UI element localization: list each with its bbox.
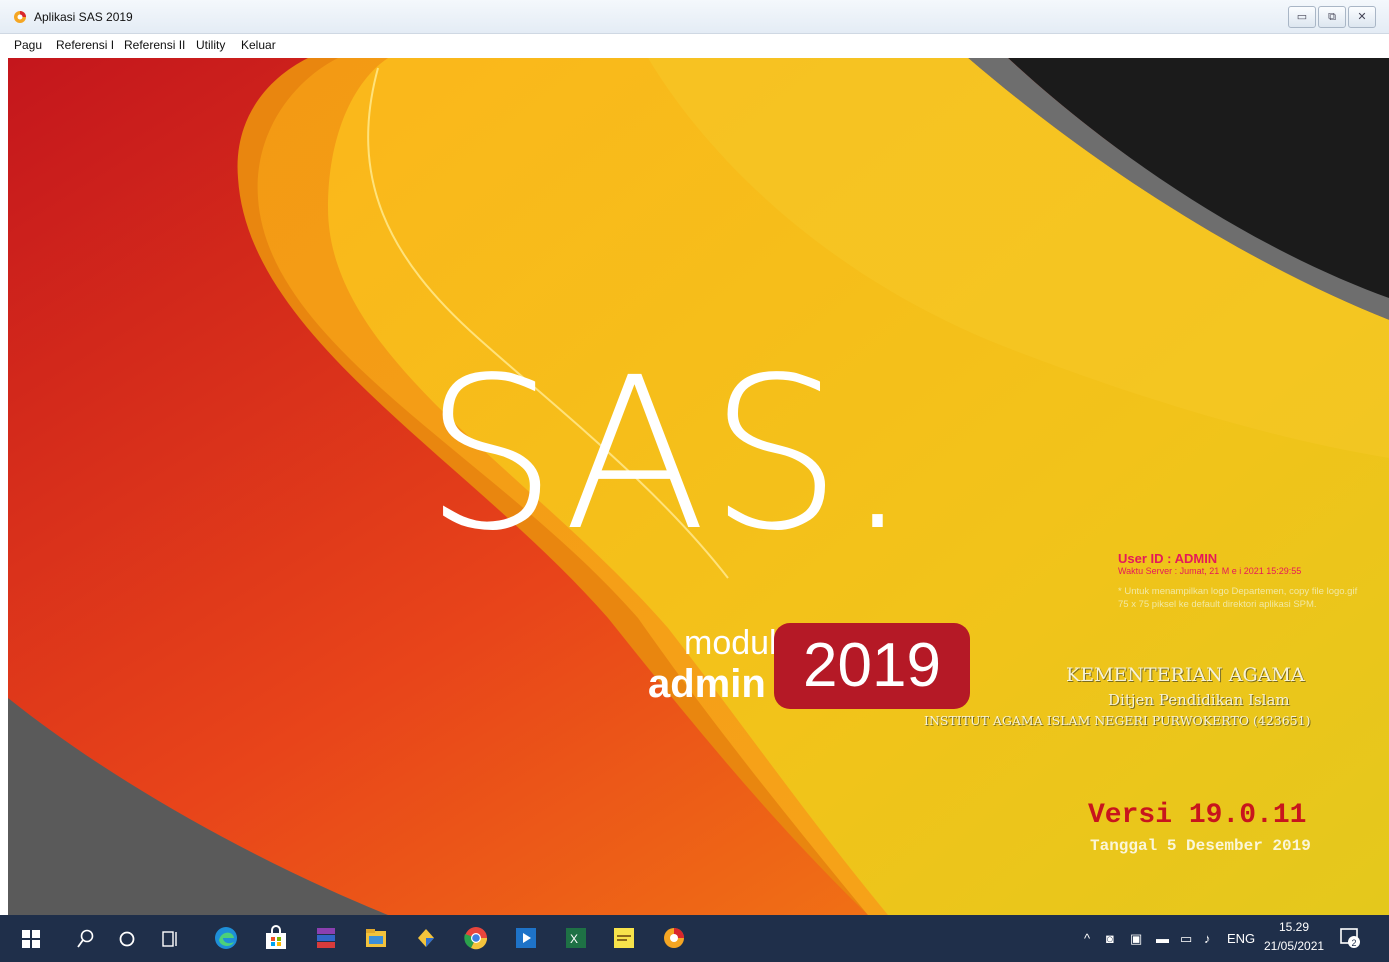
menu-item-referensi-1[interactable]: Referensi I: [56, 38, 114, 52]
window-title: Aplikasi SAS 2019: [34, 10, 133, 24]
splash-screen: SAS. modul admin 2019 User ID : ADMIN Wa…: [8, 58, 1389, 915]
maximize-button[interactable]: ⧉: [1318, 6, 1346, 28]
store-icon[interactable]: [263, 925, 289, 951]
menu-item-keluar[interactable]: Keluar: [241, 38, 276, 52]
sticky-notes-icon[interactable]: [611, 925, 637, 951]
notification-count: 2: [1352, 938, 1357, 948]
start-icon[interactable]: [22, 930, 40, 948]
close-button[interactable]: ✕: [1348, 6, 1376, 28]
user-id-label: User ID : ADMIN: [1118, 551, 1218, 566]
tray-battery-icon[interactable]: ▬: [1156, 931, 1169, 946]
notification-icon[interactable]: 2: [1339, 927, 1361, 949]
server-time-label: Waktu Server : Jumat, 21 M e i 2021 15:2…: [1118, 566, 1302, 576]
menu-item-utility[interactable]: Utility: [196, 38, 225, 52]
version-label: Versi 19.0.11: [1088, 800, 1307, 831]
title-bar: Aplikasi SAS 2019 ▭ ⧉ ✕: [0, 0, 1389, 34]
svg-text:X: X: [570, 932, 578, 946]
menu-item-referensi-2[interactable]: Referensi II: [124, 38, 185, 52]
folder-icon[interactable]: [413, 925, 439, 951]
directorate-name: Ditjen Pendidikan Islam: [1108, 691, 1290, 709]
ministry-name: KEMENTERIAN AGAMA: [1066, 664, 1305, 686]
tray-display-icon[interactable]: ▭: [1180, 931, 1192, 947]
logo-note: * Untuk menampilkan logo Departemen, cop…: [1118, 586, 1358, 610]
sas-app-taskbar-icon[interactable]: [661, 925, 687, 951]
chrome-icon[interactable]: [463, 925, 489, 951]
minimize-button[interactable]: ▭: [1288, 6, 1316, 28]
search-icon[interactable]: [76, 929, 94, 949]
excel-icon[interactable]: X: [563, 925, 589, 951]
sas-app-icon: [14, 11, 26, 23]
clock-date[interactable]: 21/05/2021: [1264, 939, 1324, 953]
admin-label: admin: [648, 662, 766, 706]
edge-icon[interactable]: [213, 925, 239, 951]
tray-network-icon[interactable]: ▣: [1130, 931, 1142, 947]
cortana-icon[interactable]: [118, 930, 136, 948]
tray-app-icon[interactable]: ◙: [1106, 931, 1114, 946]
release-date-label: Tanggal 5 Desember 2019: [1090, 837, 1311, 855]
menu-item-pagu[interactable]: Pagu: [14, 38, 42, 52]
clock-time[interactable]: 15.29: [1279, 920, 1309, 934]
menu-bar: Pagu Referensi I Referensi II Utility Ke…: [0, 34, 1389, 58]
taskbar: X ^ ◙ ▣ ▬ ▭ ♪ ENG 15.29 21/05/2021 2: [0, 915, 1389, 962]
volume-icon[interactable]: ♪: [1204, 931, 1211, 946]
file-explorer-icon[interactable]: [363, 925, 389, 951]
task-view-icon[interactable]: [160, 929, 180, 949]
modul-label: modul: [684, 624, 777, 662]
winrar-icon[interactable]: [313, 925, 339, 951]
tray-overflow-icon[interactable]: ^: [1084, 931, 1090, 946]
media-player-icon[interactable]: [513, 925, 539, 951]
institution-name: INSTITUT AGAMA ISLAM NEGERI PURWOKERTO (…: [924, 713, 1311, 728]
input-language[interactable]: ENG: [1227, 931, 1255, 946]
sas-logo-text: SAS.: [424, 332, 913, 577]
year-badge: 2019: [774, 623, 970, 709]
